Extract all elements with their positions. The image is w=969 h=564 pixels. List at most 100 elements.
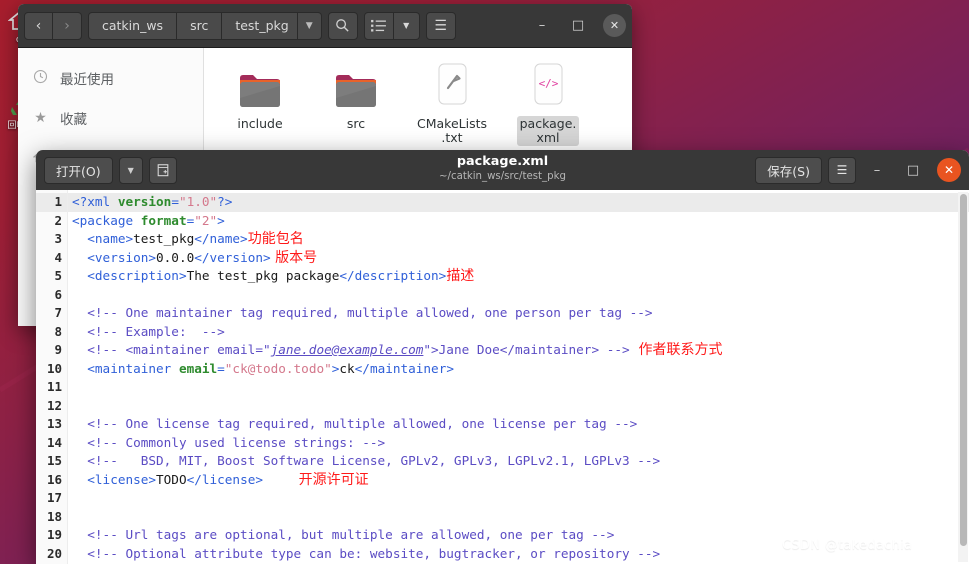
code-token: <description>	[72, 268, 187, 283]
code-token: </name>	[194, 231, 248, 246]
code-line[interactable]: <!-- BSD, MIT, Boost Software License, G…	[68, 452, 969, 471]
code-token: <!-- <maintainer email="	[72, 342, 271, 357]
vertical-scrollbar[interactable]	[958, 192, 968, 562]
code-token: 描述	[446, 268, 475, 284]
code-token: <?xml	[72, 194, 118, 209]
code-token: </description>	[339, 268, 447, 283]
file-manager-header: ‹ › catkin_ws src test_pkg ▼ ▼ ☰ – □ ✕	[18, 4, 632, 48]
code-line[interactable]: <!-- Example: -->	[68, 323, 969, 342]
code-token: </license>	[186, 471, 263, 487]
code-token: jane.doe@example.com	[270, 342, 424, 357]
code-line[interactable]: <?xml version="1.0"?>	[68, 193, 969, 212]
sidebar-item-recent[interactable]: 最近使用	[18, 58, 203, 98]
code-line[interactable]: <package format="2">	[68, 212, 969, 231]
open-chevron-down-icon[interactable]: ▼	[118, 156, 143, 184]
breadcrumb-item-catkin-ws[interactable]: catkin_ws	[88, 11, 178, 40]
file-item-package-xml[interactable]: </> package. xml	[504, 56, 592, 146]
code-token: email	[178, 360, 218, 376]
xml-file-icon: </>	[528, 56, 568, 112]
code-text[interactable]: <?xml version="1.0"?> <package format="2"…	[68, 190, 969, 564]
code-token: <name>	[72, 231, 134, 246]
view-options-chevron-down-icon[interactable]: ▼	[393, 11, 420, 40]
code-token: <!-- One license tag required, multiple …	[72, 416, 638, 431]
list-view-icon[interactable]	[363, 11, 394, 40]
sidebar-item-starred[interactable]: ★ 收藏	[18, 98, 203, 138]
save-button[interactable]: 保存(S)	[755, 156, 822, 184]
code-token: ?>	[217, 194, 233, 209]
code-line[interactable]: <name>test_pkg</name>功能包名	[68, 230, 969, 249]
code-area[interactable]: 123456789101112131415161718192021 <?xml …	[36, 190, 969, 564]
file-grid: include src CMakeLists .txt </> package.…	[204, 56, 632, 146]
code-token: test_pkg	[133, 231, 195, 246]
minimize-button[interactable]: –	[527, 12, 557, 40]
line-number: 15	[46, 453, 62, 468]
scrollbar-thumb[interactable]	[960, 194, 967, 546]
code-line[interactable]: <version>0.0.0</version> 版本号	[68, 249, 969, 268]
line-number-gutter: 123456789101112131415161718192021	[36, 190, 68, 564]
code-line[interactable]: <license>TODO</license> 开源许可证	[68, 471, 969, 490]
code-token: <!-- Example: -->	[72, 323, 225, 339]
line-number: 17	[46, 490, 62, 505]
line-number: 2	[54, 212, 62, 228]
code-token: ">Jane Doe</maintainer> -->	[423, 342, 630, 357]
back-button[interactable]: ‹	[24, 11, 53, 40]
maximize-button[interactable]: □	[563, 12, 593, 40]
code-line[interactable]: <!-- One maintainer tag required, multip…	[68, 304, 969, 323]
code-token: <!-- Url tags are optional, but multiple…	[72, 527, 615, 542]
line-number: 4	[54, 249, 62, 265]
new-document-icon[interactable]	[148, 156, 177, 184]
code-token: 开源许可证	[262, 471, 369, 488]
code-line[interactable]: <!-- Commonly used license strings: -->	[68, 434, 969, 453]
close-button[interactable]: ✕	[603, 14, 626, 37]
open-button[interactable]: 打开(O)	[44, 156, 113, 184]
code-line[interactable]: <!-- <maintainer email="jane.doe@example…	[68, 341, 969, 360]
line-number: 10	[46, 360, 62, 376]
breadcrumb-item-test-pkg[interactable]: test_pkg	[222, 11, 298, 40]
breadcrumb-item-src[interactable]: src	[177, 11, 223, 40]
watermark: CSDN @takedachia	[782, 538, 913, 553]
sidebar-item-recent-label: 最近使用	[60, 72, 114, 88]
hamburger-menu-icon[interactable]: ☰	[828, 156, 856, 184]
code-token: <maintainer	[72, 360, 179, 376]
code-line[interactable]	[68, 286, 969, 305]
hamburger-menu-icon[interactable]: ☰	[425, 11, 456, 40]
code-token: <!-- Commonly used license strings: -->	[72, 434, 386, 450]
text-editor-window: 打开(O) ▼ package.xml ~/catkin_ws/src/test…	[36, 150, 969, 564]
file-item-src[interactable]: src	[312, 56, 400, 146]
line-number: 6	[54, 286, 62, 302]
line-number: 9	[54, 342, 62, 357]
code-line[interactable]: <description>The test_pkg package</descr…	[68, 267, 969, 286]
folder-icon	[236, 56, 284, 112]
line-number: 14	[46, 434, 62, 450]
code-token: TODO	[156, 471, 187, 487]
file-item-include[interactable]: include	[216, 56, 304, 146]
code-token: 功能包名	[247, 231, 304, 247]
maximize-button[interactable]: □	[898, 156, 928, 184]
clock-icon	[32, 69, 49, 88]
minimize-button[interactable]: –	[862, 156, 892, 184]
code-line[interactable]: <!-- One license tag required, multiple …	[68, 415, 969, 434]
breadcrumb: catkin_ws src test_pkg ▼	[88, 11, 322, 40]
code-line[interactable]	[68, 397, 969, 416]
code-line[interactable]: <maintainer email="ck@todo.todo">ck</mai…	[68, 360, 969, 379]
search-icon[interactable]	[327, 11, 358, 40]
code-token: <version>	[72, 249, 157, 265]
sidebar-item-starred-label: 收藏	[60, 112, 87, 128]
code-token: </maintainer>	[354, 360, 454, 376]
code-line[interactable]	[68, 489, 969, 508]
file-item-cmakelists[interactable]: CMakeLists .txt	[408, 56, 496, 146]
editor-header: 打开(O) ▼ package.xml ~/catkin_ws/src/test…	[36, 150, 969, 190]
svg-text:</>: </>	[539, 77, 559, 90]
line-number: 7	[54, 305, 62, 320]
line-number: 8	[54, 323, 62, 339]
code-line[interactable]	[68, 508, 969, 527]
file-item-cmakelists-label: CMakeLists .txt	[416, 116, 488, 145]
code-token: <!-- Optional attribute type can be: web…	[72, 545, 661, 561]
chevron-down-icon[interactable]: ▼	[297, 11, 322, 40]
code-token: <!-- BSD, MIT, Boost Software License, G…	[72, 453, 661, 468]
line-number: 3	[54, 231, 62, 246]
code-line[interactable]	[68, 378, 969, 397]
close-button[interactable]: ✕	[937, 158, 961, 182]
line-number: 12	[46, 397, 62, 413]
forward-button[interactable]: ›	[53, 11, 82, 40]
